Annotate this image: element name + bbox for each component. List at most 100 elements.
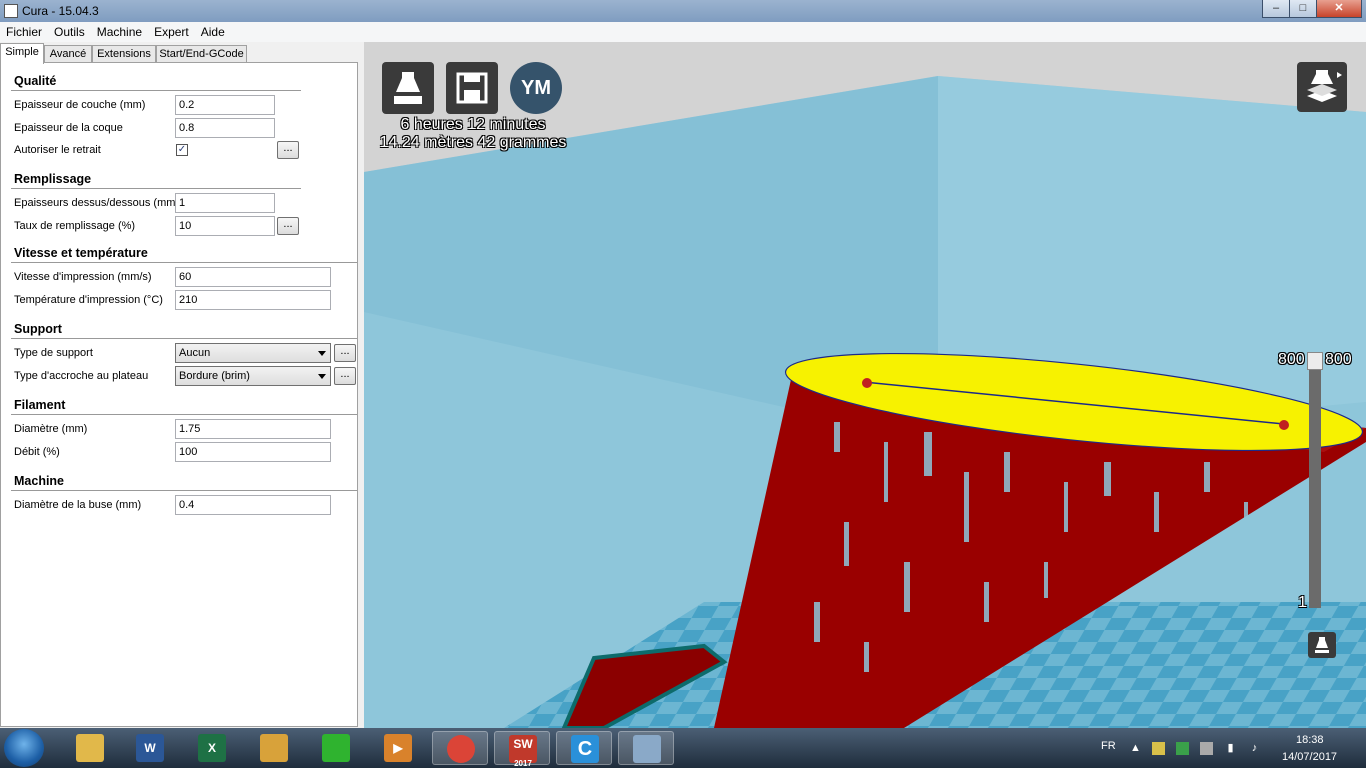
nozzle-label: Diamètre de la buse (mm) (14, 499, 142, 511)
signal-icon[interactable]: ▮ (1224, 742, 1237, 755)
shell-input[interactable]: 0.8 (175, 118, 275, 138)
taskbar-explorer[interactable] (62, 731, 118, 765)
menu-bar: Fichier Outils Machine Expert Aide (0, 22, 1366, 42)
3d-viewport[interactable]: YM 6 heures 12 minutes 14.24 mètres 42 g… (364, 42, 1366, 728)
nozzle-input[interactable]: 0.4 (175, 495, 331, 515)
app-icon (4, 4, 18, 18)
layer-number-left: 800 (1278, 351, 1305, 368)
paint-icon (633, 735, 661, 763)
layer-height-input[interactable]: 0.2 (175, 95, 275, 115)
layer-slider[interactable] (1309, 354, 1321, 608)
volume-icon[interactable]: ♪ (1248, 742, 1261, 755)
print-temp-input[interactable]: 210 (175, 290, 331, 310)
support-more-button[interactable]: ... (334, 344, 356, 362)
taskbar-excel[interactable]: X (184, 731, 240, 765)
divider (11, 338, 357, 339)
view-mode-button[interactable] (1297, 62, 1347, 112)
print-speed-label: Vitesse d'impression (mm/s) (14, 271, 152, 283)
minimize-button[interactable]: – (1262, 0, 1290, 18)
outlook-icon (260, 734, 288, 762)
taskbar-word[interactable]: W (122, 731, 178, 765)
menu-fichier[interactable]: Fichier (0, 22, 48, 42)
seam-marker (862, 378, 872, 388)
clock-time[interactable]: 18:38 (1296, 734, 1324, 746)
taskbar-paint[interactable] (618, 731, 674, 765)
device-icon[interactable] (1200, 742, 1213, 755)
layers-view-icon (1307, 70, 1342, 102)
section-filament: Filament (14, 398, 66, 412)
taskbar: W X ▶ SW 2017 C FR ▲ ▮ ♪ 18:38 14/07/201… (0, 728, 1366, 768)
chrome-icon (447, 735, 475, 763)
divider (11, 188, 301, 189)
clock-date[interactable]: 14/07/2017 (1282, 751, 1337, 763)
language-indicator[interactable]: FR (1101, 740, 1116, 752)
print-speed-input[interactable]: 60 (175, 267, 331, 287)
adhesion-label: Type d'accroche au plateau (14, 370, 149, 382)
support-type-value: Aucun (179, 347, 211, 359)
menu-aide[interactable]: Aide (195, 22, 231, 42)
diameter-label: Diamètre (mm) (14, 423, 88, 435)
menu-outils[interactable]: Outils (48, 22, 91, 42)
save-icon (456, 72, 488, 104)
taskbar-media[interactable]: ▶ (370, 731, 426, 765)
taskbar-outlook[interactable] (246, 731, 302, 765)
save-button[interactable] (446, 62, 498, 114)
infill-more-button[interactable]: ... (277, 217, 299, 235)
cura-icon: C (571, 735, 599, 763)
word-icon: W (136, 734, 164, 762)
adhesion-value: Bordure (brim) (179, 370, 250, 382)
layer-number-bottom: 1 (1298, 594, 1307, 611)
diameter-input[interactable]: 1.75 (175, 419, 331, 439)
settings-panel: Qualité Epaisseur de couche (mm) 0.2 Epa… (0, 62, 358, 727)
action-center-icon[interactable] (1152, 742, 1165, 755)
support-type-select[interactable]: Aucun (175, 343, 331, 363)
youmagine-button[interactable]: YM (510, 62, 562, 114)
print-material: 14.24 mètres 42 grammes (379, 134, 567, 151)
print-info: 6 heures 12 minutes 14.24 mètres 42 gram… (368, 116, 578, 152)
solidworks-label: SW (513, 737, 533, 751)
retraction-label: Autoriser le retrait (14, 144, 101, 156)
adhesion-select[interactable]: Bordure (brim) (175, 366, 331, 386)
adhesion-more-button[interactable]: ... (334, 367, 356, 385)
explorer-icon (76, 734, 104, 762)
divider (11, 90, 301, 91)
solidworks-icon: SW 2017 (509, 735, 537, 768)
divider (11, 414, 357, 415)
menu-expert[interactable]: Expert (148, 22, 195, 42)
top-bottom-input[interactable]: 1 (175, 193, 275, 213)
taskbar-solidworks[interactable]: SW 2017 (494, 731, 550, 768)
settings-tabs: Simple Avancé Extensions Start/End-GCode (0, 43, 362, 64)
small-view-button[interactable] (1308, 632, 1336, 658)
load-icon (394, 72, 422, 104)
infill-label: Taux de remplissage (%) (14, 220, 136, 232)
seam-marker (1279, 420, 1289, 430)
maximize-button[interactable]: □ (1289, 0, 1317, 18)
infill-input[interactable]: 10 (175, 216, 275, 236)
shell-label: Epaisseur de la coque (14, 122, 123, 134)
close-button[interactable]: ✕ (1316, 0, 1362, 18)
network-app-icon[interactable] (1176, 742, 1189, 755)
section-remplissage: Remplissage (14, 172, 92, 186)
menu-machine[interactable]: Machine (91, 22, 148, 42)
print-temp-label: Température d'impression (°C) (14, 294, 163, 306)
taskbar-ultimaker[interactable] (308, 731, 364, 765)
section-vitesse: Vitesse et température (14, 246, 148, 260)
flow-input[interactable]: 100 (175, 442, 331, 462)
top-bottom-label: Epaisseurs dessus/dessous (mm) (14, 197, 180, 209)
flow-label: Débit (%) (14, 446, 60, 458)
start-button[interactable] (4, 729, 44, 767)
taskbar-chrome[interactable] (432, 731, 488, 765)
print-time: 6 heures 12 minutes (400, 116, 546, 133)
load-model-button[interactable] (382, 62, 434, 114)
tab-simple[interactable]: Simple (0, 43, 44, 64)
retraction-more-button[interactable]: ... (277, 141, 299, 159)
taskbar-cura[interactable]: C (556, 731, 612, 765)
layer-height-label: Epaisseur de couche (mm) (14, 99, 146, 111)
divider (11, 262, 357, 263)
retraction-checkbox[interactable]: ✓ (176, 144, 188, 156)
support-type-label: Type de support (14, 347, 93, 359)
window-title: Cura - 15.04.3 (22, 4, 99, 18)
media-icon: ▶ (384, 734, 412, 762)
layer-slider-handle[interactable] (1307, 352, 1323, 370)
tray-expand-icon[interactable]: ▲ (1129, 742, 1142, 755)
